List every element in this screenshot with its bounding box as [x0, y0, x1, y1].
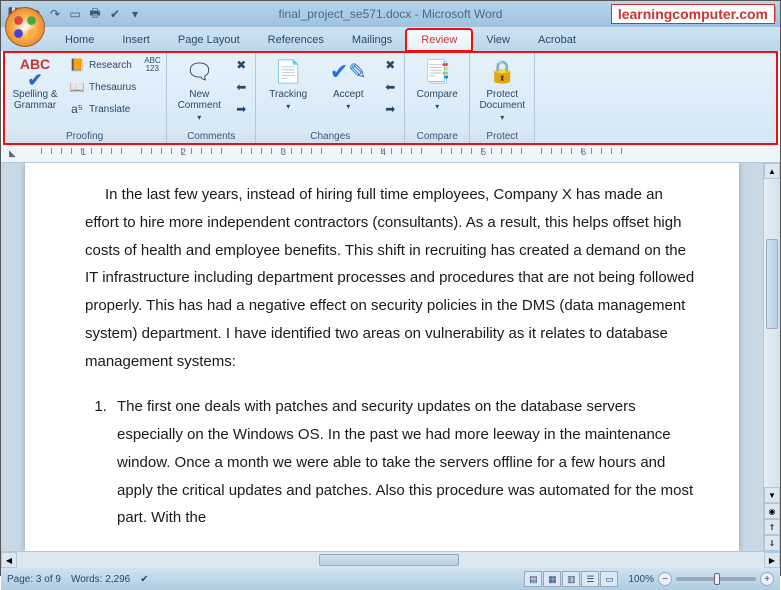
- ribbon-tabs: Home Insert Page Layout References Maili…: [1, 27, 780, 51]
- horizontal-ruler[interactable]: ◣ 123456: [1, 145, 780, 163]
- compare-button[interactable]: 📑 Compare: [409, 53, 465, 123]
- horizontal-scrollbar[interactable]: ◀ ▶: [1, 551, 780, 568]
- prev-change-icon: ⬅: [382, 80, 398, 94]
- ruler-corner-icon: ◣: [9, 148, 16, 159]
- tab-insert[interactable]: Insert: [108, 30, 164, 51]
- thesaurus-button[interactable]: 📖Thesaurus: [67, 77, 138, 97]
- accept-icon: ✔✎: [330, 57, 367, 87]
- prev-comment-button[interactable]: ⬅: [231, 77, 251, 97]
- tracking-button[interactable]: 📄 Tracking: [260, 53, 316, 123]
- tab-home[interactable]: Home: [51, 30, 108, 51]
- tab-page-layout[interactable]: Page Layout: [164, 30, 254, 51]
- group-proofing: ABC✔ Spelling & Grammar 📙Research 📖Thesa…: [3, 51, 167, 144]
- group-label-compare: Compare: [405, 129, 469, 144]
- next-icon: ➡: [233, 102, 249, 116]
- tab-acrobat[interactable]: Acrobat: [524, 30, 590, 51]
- group-label-protect: Protect: [470, 129, 534, 144]
- prev-icon: ⬅: [233, 80, 249, 94]
- hscroll-thumb[interactable]: [319, 554, 459, 566]
- vscroll-thumb[interactable]: [766, 239, 778, 329]
- spellcheck-abc-icon: ABC✔: [20, 57, 50, 87]
- vertical-scrollbar[interactable]: ▲ ▼ ◉ ⇑ ⇓: [763, 163, 780, 551]
- thesaurus-icon: 📖: [69, 80, 85, 94]
- spelling-grammar-button[interactable]: ABC✔ Spelling & Grammar: [7, 53, 63, 123]
- accept-button[interactable]: ✔✎ Accept: [320, 53, 376, 123]
- document-area: In the last few years, instead of hiring…: [1, 163, 780, 551]
- tab-mailings[interactable]: Mailings: [338, 30, 406, 51]
- lock-icon: 🔒: [489, 57, 516, 87]
- next-change-icon: ➡: [382, 102, 398, 116]
- group-protect: 🔒 Protect Document Protect: [470, 51, 535, 144]
- page-indicator[interactable]: Page: 3 of 9: [7, 574, 61, 585]
- wordcount-icon: ABC 123: [144, 57, 160, 73]
- group-label-proofing: Proofing: [3, 129, 166, 144]
- compare-icon: 📑: [424, 57, 451, 87]
- delete-comment-button[interactable]: ✖: [231, 55, 251, 75]
- paragraph-1[interactable]: In the last few years, instead of hiring…: [85, 181, 699, 375]
- list-item-1[interactable]: The first one deals with patches and sec…: [111, 393, 699, 532]
- spellcheck-icon[interactable]: ✔: [107, 6, 123, 22]
- next-change-button[interactable]: ➡: [380, 99, 400, 119]
- new-icon[interactable]: ▭: [67, 6, 83, 22]
- qat-dropdown-icon[interactable]: ▾: [127, 6, 143, 22]
- browse-object-button[interactable]: ◉: [764, 503, 780, 519]
- translate-icon: a⁵: [69, 102, 85, 116]
- window-title: final_project_se571.docx - Microsoft Wor…: [279, 7, 503, 21]
- delete-comment-icon: ✖: [233, 58, 249, 72]
- print-icon[interactable]: 🖶: [87, 6, 103, 22]
- view-buttons: ▤ ▦ ▥ ☰ ▭: [524, 571, 618, 587]
- research-button[interactable]: 📙Research: [67, 55, 138, 75]
- full-screen-view-button[interactable]: ▦: [543, 571, 561, 587]
- next-page-button[interactable]: ⇓: [764, 535, 780, 551]
- scroll-down-button[interactable]: ▼: [764, 487, 780, 503]
- group-label-comments: Comments: [167, 129, 255, 144]
- prev-change-button[interactable]: ⬅: [380, 77, 400, 97]
- ribbon: ABC✔ Spelling & Grammar 📙Research 📖Thesa…: [3, 51, 778, 145]
- redo-icon[interactable]: ↷: [47, 6, 63, 22]
- new-comment-button[interactable]: 🗨 New Comment: [171, 53, 227, 123]
- group-label-changes: Changes: [256, 129, 404, 144]
- web-layout-view-button[interactable]: ▥: [562, 571, 580, 587]
- next-comment-button[interactable]: ➡: [231, 99, 251, 119]
- print-layout-view-button[interactable]: ▤: [524, 571, 542, 587]
- draft-view-button[interactable]: ▭: [600, 571, 618, 587]
- reject-icon: ✖: [382, 58, 398, 72]
- group-compare: 📑 Compare Compare: [405, 51, 470, 144]
- word-count[interactable]: Words: 2,296: [71, 574, 130, 585]
- tracking-icon: 📄: [275, 57, 302, 87]
- translate-button[interactable]: a⁵Translate: [67, 99, 138, 119]
- prev-page-button[interactable]: ⇑: [764, 519, 780, 535]
- zoom-control: 100% − +: [628, 572, 774, 586]
- scroll-up-button[interactable]: ▲: [764, 163, 780, 179]
- zoom-slider-knob[interactable]: [714, 573, 720, 585]
- vscroll-track[interactable]: [764, 179, 780, 487]
- comment-icon: 🗨: [185, 57, 213, 87]
- zoom-slider[interactable]: [676, 577, 756, 581]
- document-page[interactable]: In the last few years, instead of hiring…: [25, 163, 739, 551]
- scroll-left-button[interactable]: ◀: [1, 552, 17, 568]
- group-comments: 🗨 New Comment ✖ ⬅ ➡ Comments: [167, 51, 256, 144]
- tab-review[interactable]: Review: [406, 29, 472, 51]
- group-changes: 📄 Tracking ✔✎ Accept ✖ ⬅ ➡ Changes: [256, 51, 405, 144]
- scroll-right-button[interactable]: ▶: [764, 552, 780, 568]
- hscroll-track[interactable]: [33, 552, 748, 568]
- office-button[interactable]: [5, 7, 45, 47]
- watermark-label: learningcomputer.com: [611, 4, 775, 24]
- outline-view-button[interactable]: ☰: [581, 571, 599, 587]
- tab-references[interactable]: References: [254, 30, 338, 51]
- wordcount-button[interactable]: ABC 123: [142, 55, 162, 75]
- zoom-level[interactable]: 100%: [628, 574, 654, 585]
- proofing-status-icon[interactable]: ✔: [140, 574, 148, 585]
- reject-button[interactable]: ✖: [380, 55, 400, 75]
- status-bar: Page: 3 of 9 Words: 2,296 ✔ ▤ ▦ ▥ ☰ ▭ 10…: [1, 568, 780, 590]
- zoom-in-button[interactable]: +: [760, 572, 774, 586]
- protect-document-button[interactable]: 🔒 Protect Document: [474, 53, 530, 123]
- research-icon: 📙: [69, 58, 85, 72]
- tab-view[interactable]: View: [472, 30, 524, 51]
- zoom-out-button[interactable]: −: [658, 572, 672, 586]
